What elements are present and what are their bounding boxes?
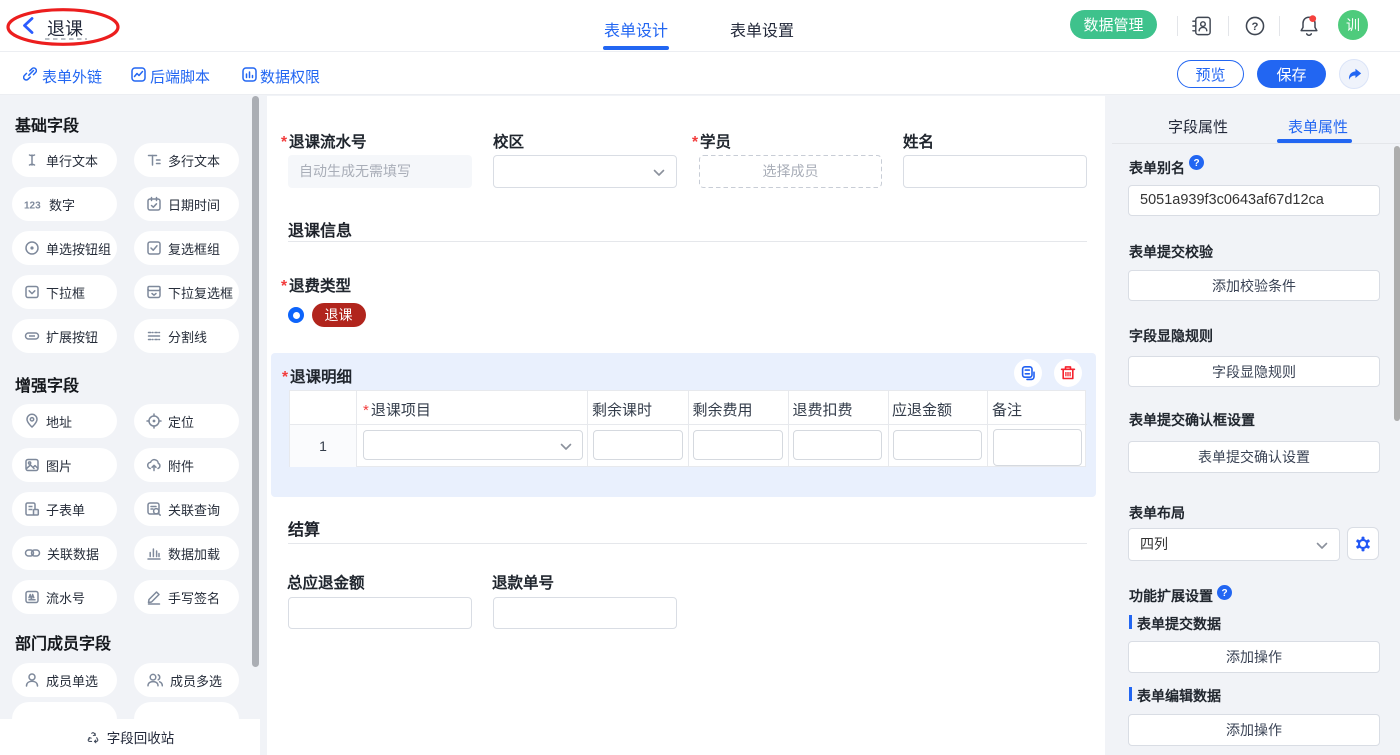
svg-text:123: 123: [24, 201, 41, 212]
svg-text:?: ?: [1221, 588, 1227, 599]
svg-text:?: ?: [1193, 158, 1199, 169]
svg-text:?: ?: [1252, 21, 1259, 33]
